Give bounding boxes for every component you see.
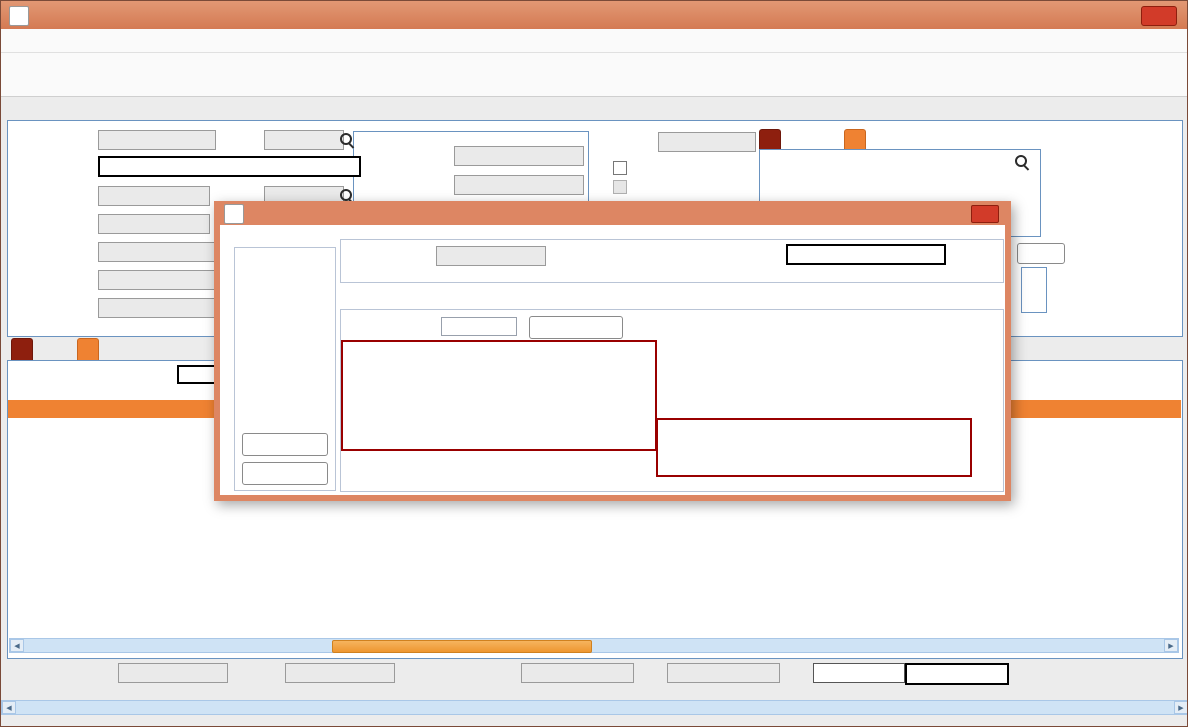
version-magnifier-icon[interactable] bbox=[338, 131, 355, 148]
menubar bbox=[1, 29, 1187, 53]
number-field[interactable] bbox=[98, 130, 216, 150]
description-field[interactable] bbox=[98, 156, 361, 177]
end-datetime-field[interactable] bbox=[454, 175, 584, 195]
item-field[interactable] bbox=[436, 246, 546, 266]
sub-total-field bbox=[521, 663, 634, 683]
conv-date-field[interactable] bbox=[658, 132, 756, 152]
event-pricing-checkbox bbox=[613, 180, 627, 194]
labor-planner-field[interactable] bbox=[98, 298, 221, 318]
project-mgr-field[interactable] bbox=[98, 242, 221, 262]
dialog-app-icon bbox=[224, 204, 244, 224]
app-window: ◀ ▶ ◀ ▶ bbox=[0, 0, 1188, 727]
labor-total-field bbox=[285, 663, 395, 683]
app-icon bbox=[9, 6, 29, 26]
scroll-right-arrow-icon[interactable]: ▶ bbox=[1174, 701, 1188, 714]
items-total-field bbox=[118, 663, 228, 683]
dialog-close-button[interactable] bbox=[971, 205, 999, 223]
site-field[interactable] bbox=[98, 214, 210, 234]
tab-comments[interactable] bbox=[759, 129, 781, 149]
sales-person-field[interactable] bbox=[98, 270, 221, 290]
tab-labor[interactable] bbox=[77, 338, 99, 360]
titlebar bbox=[1, 1, 1187, 29]
side-panel-box bbox=[1021, 267, 1047, 313]
dialog-dates-tab-content bbox=[340, 309, 1004, 492]
scroll-left-arrow-icon[interactable]: ◀ bbox=[2, 701, 16, 714]
start-datetime-field[interactable] bbox=[454, 146, 584, 166]
items-horizontal-scrollbar[interactable]: ◀ ▶ bbox=[9, 638, 1179, 653]
total-label bbox=[813, 663, 905, 683]
scroll-right-arrow-icon[interactable]: ▶ bbox=[1164, 639, 1178, 652]
version-field[interactable] bbox=[264, 130, 344, 150]
close-button[interactable] bbox=[1141, 6, 1177, 26]
tab-labor-comments[interactable] bbox=[844, 129, 866, 149]
ok-button[interactable] bbox=[242, 433, 328, 456]
bottom-horizontal-scrollbar[interactable]: ◀ ▶ bbox=[1, 700, 1188, 715]
comments-magnifier-icon[interactable] bbox=[1013, 153, 1030, 170]
reset-button[interactable] bbox=[1017, 243, 1065, 264]
item-description-field[interactable] bbox=[786, 244, 946, 265]
cancel-button[interactable] bbox=[242, 462, 328, 485]
scrollbar-thumb[interactable] bbox=[332, 640, 592, 653]
tab-items[interactable] bbox=[11, 338, 33, 360]
scroll-left-arrow-icon[interactable]: ◀ bbox=[10, 639, 24, 652]
item-dates-dialog bbox=[214, 201, 1011, 501]
toolbar bbox=[1, 53, 1187, 97]
charge-duration-value-field[interactable] bbox=[441, 317, 517, 336]
edit-dates-button[interactable] bbox=[529, 316, 623, 339]
show-suggestions-checkbox[interactable] bbox=[613, 161, 627, 175]
total-value-field bbox=[905, 663, 1009, 685]
date-created-field[interactable] bbox=[98, 186, 210, 206]
tax-field bbox=[667, 663, 780, 683]
